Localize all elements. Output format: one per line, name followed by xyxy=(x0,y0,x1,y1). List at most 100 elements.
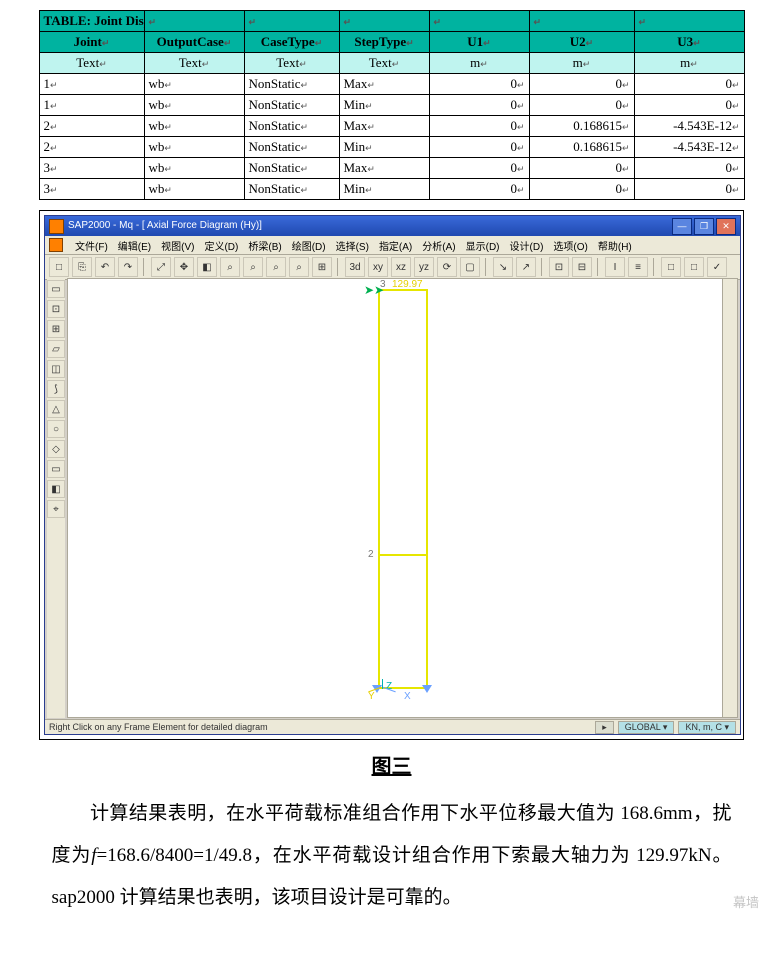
toolbar-button[interactable]: ⟳ xyxy=(437,257,457,277)
draw-tool-button[interactable]: ⟆ xyxy=(47,380,65,398)
toolbar-button[interactable]: ↶ xyxy=(95,257,115,277)
draw-tool-button[interactable]: ◇ xyxy=(47,440,65,458)
menu-item[interactable]: 文件(F) xyxy=(75,238,108,253)
toolbar-button[interactable]: ⌕ xyxy=(289,257,309,277)
draw-tool-button[interactable]: ▭ xyxy=(47,280,65,298)
toolbar-button[interactable]: ◧ xyxy=(197,257,217,277)
menu-item[interactable]: 分析(A) xyxy=(422,238,455,253)
statusbar: Right Click on any Frame Element for det… xyxy=(45,719,740,734)
toolbar-button[interactable]: ↘ xyxy=(493,257,513,277)
toolbar-button[interactable]: I xyxy=(605,257,625,277)
toolbar-button[interactable]: □ xyxy=(49,257,69,277)
menu-item[interactable]: 桥梁(B) xyxy=(248,238,281,253)
toolbar-button[interactable]: ⤢ xyxy=(151,257,171,277)
col-unit: Text xyxy=(144,53,244,74)
draw-tool-button[interactable]: ▱ xyxy=(47,340,65,358)
figure-frame: SAP2000 - Mq - [ Axial Force Diagram (Hy… xyxy=(39,210,744,740)
toolbar-button[interactable]: ⌕ xyxy=(243,257,263,277)
col-header: OutputCase xyxy=(144,32,244,53)
table-row: 1wbNonStaticMin000 xyxy=(39,95,744,116)
menu-item[interactable]: 帮助(H) xyxy=(598,238,632,253)
table-title-blank xyxy=(144,11,244,32)
draw-tool-button[interactable]: ◫ xyxy=(47,360,65,378)
table-row: 3wbNonStaticMax000 xyxy=(39,158,744,179)
table-title-blank xyxy=(529,11,634,32)
joint-displacements-table: TABLE: Joint DisplacementsJointOutputCas… xyxy=(39,10,745,200)
col-unit: m xyxy=(529,53,634,74)
model-canvas[interactable]: ➤➤ 3 129.97 2 Y Z X xyxy=(68,279,723,717)
col-header: U3 xyxy=(634,32,744,53)
menu-item[interactable]: 显示(D) xyxy=(466,238,500,253)
toolbar-button[interactable]: 3d xyxy=(345,257,365,277)
col-unit: Text xyxy=(339,53,429,74)
status-hint: Right Click on any Frame Element for det… xyxy=(49,722,268,732)
joint-2-label: 2 xyxy=(368,549,374,560)
toolbar-button[interactable]: ↗ xyxy=(516,257,536,277)
draw-tool-button[interactable]: ○ xyxy=(47,420,65,438)
draw-tool-button[interactable]: △ xyxy=(47,400,65,418)
toolbar-button[interactable]: ⊡ xyxy=(549,257,569,277)
col-unit: Text xyxy=(244,53,339,74)
units-combo[interactable]: KN, m, C ▾ xyxy=(678,721,736,734)
col-unit: Text xyxy=(39,53,144,74)
table-row: 2wbNonStaticMin00.168615-4.543E-12 xyxy=(39,137,744,158)
table-row: 1wbNonStaticMax000 xyxy=(39,74,744,95)
col-header: CaseType xyxy=(244,32,339,53)
scrollbar-vertical[interactable] xyxy=(722,279,737,717)
minimize-button[interactable]: — xyxy=(672,218,692,235)
menu-item[interactable]: 编辑(E) xyxy=(118,238,151,253)
work-area: ➤➤ 3 129.97 2 Y Z X xyxy=(67,278,738,718)
toolbar-button[interactable]: ⊟ xyxy=(572,257,592,277)
toolbar-button[interactable]: ⌕ xyxy=(266,257,286,277)
draw-tool-button[interactable]: ⊡ xyxy=(47,300,65,318)
col-header: U2 xyxy=(529,32,634,53)
draw-tool-button[interactable]: ◧ xyxy=(47,480,65,498)
toolbar-button[interactable]: ▢ xyxy=(460,257,480,277)
toolbar-button[interactable]: ✓ xyxy=(707,257,727,277)
toolbar-button[interactable]: xy xyxy=(368,257,388,277)
toolbar-button[interactable]: xz xyxy=(391,257,411,277)
draw-tool-button[interactable]: ⌖ xyxy=(47,500,65,518)
menu-item[interactable]: 选择(S) xyxy=(336,238,369,253)
toolbar-button[interactable]: ↷ xyxy=(118,257,138,277)
app-icon xyxy=(49,219,64,234)
menu-item[interactable]: 绘图(D) xyxy=(292,238,326,253)
toolbar-button[interactable]: □ xyxy=(661,257,681,277)
col-unit: m xyxy=(634,53,744,74)
menu-item[interactable]: 设计(D) xyxy=(510,238,544,253)
joint-3-label: 3 xyxy=(380,279,386,290)
left-toolbox: ▭ ⊡ ⊞ ▱ ◫ ⟆ △ ○ ◇ ▭ ◧ ⌖ xyxy=(47,278,65,718)
table-title-blank xyxy=(429,11,529,32)
titlebar: SAP2000 - Mq - [ Axial Force Diagram (Hy… xyxy=(45,216,740,236)
draw-tool-button[interactable]: ⊞ xyxy=(47,320,65,338)
watermark: 幕墙 xyxy=(733,892,759,911)
menu-item[interactable]: 选项(O) xyxy=(553,238,587,253)
col-header: Joint xyxy=(39,32,144,53)
draw-tool-button[interactable]: ▭ xyxy=(47,460,65,478)
table-title-blank xyxy=(634,11,744,32)
menu-item[interactable]: 视图(V) xyxy=(161,238,194,253)
body-paragraph: 计算结果表明，在水平荷载标准组合作用下水平位移最大值为 168.6mm，扰度为f… xyxy=(52,793,732,919)
table-row: 3wbNonStaticMin000 xyxy=(39,179,744,200)
toolbar-button[interactable]: ⌕ xyxy=(220,257,240,277)
toolbar-button[interactable]: yz xyxy=(414,257,434,277)
toolbar-button[interactable]: ⎘ xyxy=(72,257,92,277)
table-row: 2wbNonStaticMax00.168615-4.543E-12 xyxy=(39,116,744,137)
toolbar-button[interactable]: □ xyxy=(684,257,704,277)
table-title-blank xyxy=(244,11,339,32)
maximize-button[interactable]: ❐ xyxy=(694,218,714,235)
toolbar-button[interactable]: ⊞ xyxy=(312,257,332,277)
menu-item[interactable]: 指定(A) xyxy=(379,238,412,253)
frame-model: ➤➤ 3 129.97 2 xyxy=(378,289,428,689)
col-unit: m xyxy=(429,53,529,74)
toolbar-button[interactable]: ✥ xyxy=(174,257,194,277)
figure-caption: 图三 xyxy=(10,750,763,779)
close-button[interactable]: ✕ xyxy=(716,218,736,235)
status-arrow-button[interactable]: ▸ xyxy=(595,721,614,734)
sap2000-window: SAP2000 - Mq - [ Axial Force Diagram (Hy… xyxy=(44,215,741,735)
toolbar-button[interactable]: ≡ xyxy=(628,257,648,277)
col-header: U1 xyxy=(429,32,529,53)
menu-item[interactable]: 定义(D) xyxy=(204,238,238,253)
table-title-blank xyxy=(339,11,429,32)
coord-system-combo[interactable]: GLOBAL ▾ xyxy=(618,721,675,734)
